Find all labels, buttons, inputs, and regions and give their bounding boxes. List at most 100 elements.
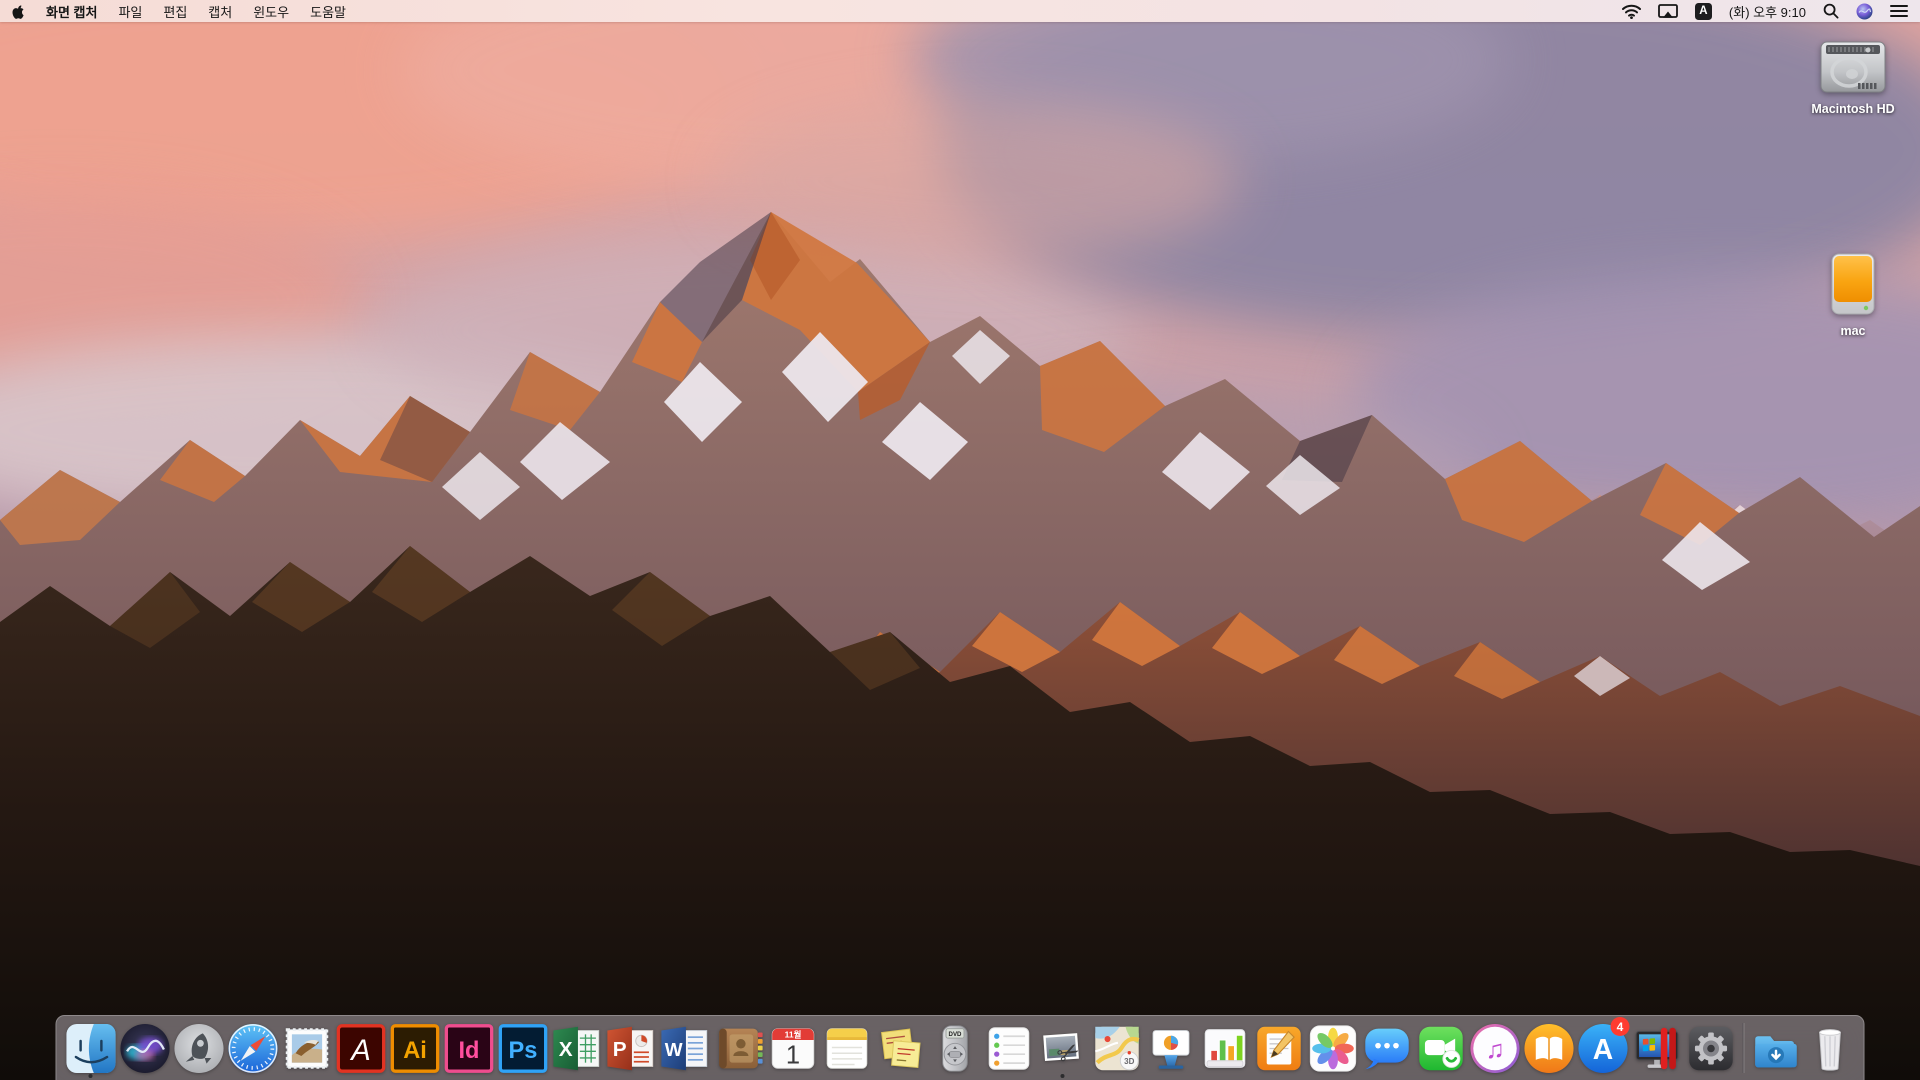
desktop-icon-mac-drive[interactable]: mac: [1808, 252, 1898, 338]
dock-item-dvd-player[interactable]: DVD: [928, 1016, 982, 1080]
spotlight-search-icon[interactable]: [1823, 3, 1839, 19]
dock-item-messages[interactable]: [1360, 1016, 1414, 1080]
system-preferences-icon: [1685, 1023, 1736, 1074]
menu-capture[interactable]: 캡처: [208, 2, 232, 21]
dock-item-notes[interactable]: [820, 1016, 874, 1080]
siri-dock-icon: [119, 1023, 170, 1074]
svg-text:W: W: [664, 1040, 682, 1061]
dock-item-calendar[interactable]: 11월 1: [766, 1016, 820, 1080]
dock-divider: [1743, 1023, 1744, 1073]
running-indicator: [1061, 1074, 1065, 1078]
dock-item-siri[interactable]: [118, 1016, 172, 1080]
apple-menu[interactable]: [10, 3, 25, 20]
dock-item-parallels[interactable]: [1630, 1016, 1684, 1080]
svg-text:X: X: [558, 1038, 572, 1061]
siri-icon[interactable]: [1856, 3, 1873, 20]
dock-item-app-store[interactable]: A 4: [1576, 1016, 1630, 1080]
input-source-badge[interactable]: A: [1695, 3, 1712, 20]
dock: A Ai Id Ps X: [56, 1015, 1865, 1080]
menu-edit[interactable]: 편집: [163, 2, 187, 21]
dock-item-pages[interactable]: [1252, 1016, 1306, 1080]
dock-item-adobe-photoshop[interactable]: Ps: [496, 1016, 550, 1080]
dock-item-safari[interactable]: [226, 1016, 280, 1080]
svg-text:A: A: [1592, 1033, 1612, 1065]
menu-bar-clock[interactable]: (화) 오후 9:10: [1729, 2, 1806, 21]
svg-text:1: 1: [785, 1041, 799, 1069]
dock-item-excel[interactable]: X: [550, 1016, 604, 1080]
adobe-acrobat-icon: A: [335, 1023, 386, 1074]
stickies-icon: [875, 1023, 926, 1074]
dock-item-stickies[interactable]: [874, 1016, 928, 1080]
dock-item-launchpad[interactable]: [172, 1016, 226, 1080]
screen-capture-grab-icon: ✂: [1037, 1023, 1088, 1074]
powerpoint-icon: P: [605, 1023, 656, 1074]
ibooks-icon: [1523, 1023, 1574, 1074]
facetime-icon: [1415, 1023, 1466, 1074]
contacts-icon: [713, 1023, 764, 1074]
parallels-desktop-icon: [1631, 1023, 1682, 1074]
dock-item-ibooks[interactable]: [1522, 1016, 1576, 1080]
dock-item-facetime[interactable]: [1414, 1016, 1468, 1080]
external-drive-icon: [1824, 252, 1882, 320]
running-indicator: [89, 1074, 93, 1078]
dock-item-system-preferences[interactable]: [1684, 1016, 1738, 1080]
desktop-icon-macintosh-hd[interactable]: Macintosh HD: [1798, 36, 1908, 116]
apple-logo-icon: [10, 3, 25, 20]
dock-item-downloads[interactable]: [1749, 1016, 1803, 1080]
wallpaper-sierra-mountains: [0, 0, 1920, 1080]
svg-text:11월: 11월: [784, 1029, 801, 1039]
menu-file[interactable]: 파일: [118, 2, 142, 21]
menu-bar: 화면 캡처 파일 편집 캡처 윈도우 도움말 A (화) 오후 9:10: [0, 0, 1920, 22]
svg-text:3D: 3D: [1124, 1057, 1134, 1066]
svg-text:♫: ♫: [1485, 1035, 1504, 1063]
launchpad-icon: [173, 1023, 224, 1074]
calendar-icon: 11월 1: [767, 1023, 818, 1074]
trash-icon: [1804, 1023, 1855, 1074]
dock-item-keynote[interactable]: [1144, 1016, 1198, 1080]
internal-drive-icon: [1816, 36, 1890, 98]
notification-center-icon[interactable]: [1890, 4, 1908, 18]
airplay-display-icon[interactable]: [1658, 4, 1678, 19]
itunes-icon: ♫: [1469, 1023, 1520, 1074]
app-store-badge: 4: [1611, 1017, 1630, 1036]
dock-item-word[interactable]: W: [658, 1016, 712, 1080]
dock-item-trash[interactable]: [1803, 1016, 1857, 1080]
downloads-folder-icon: [1750, 1023, 1801, 1074]
dock-item-powerpoint[interactable]: P: [604, 1016, 658, 1080]
menu-help[interactable]: 도움말: [310, 2, 346, 21]
dock-item-screen-capture-grab[interactable]: ✂: [1036, 1016, 1090, 1080]
svg-text:DVD: DVD: [948, 1030, 962, 1037]
messages-icon: [1361, 1023, 1412, 1074]
adobe-photoshop-icon: Ps: [497, 1023, 548, 1074]
svg-text:P: P: [612, 1038, 626, 1061]
menu-window[interactable]: 윈도우: [253, 2, 289, 21]
dock-item-itunes[interactable]: ♫: [1468, 1016, 1522, 1080]
dock-item-adobe-illustrator[interactable]: Ai: [388, 1016, 442, 1080]
svg-text:Ps: Ps: [508, 1037, 537, 1063]
dock-item-reminders[interactable]: [982, 1016, 1036, 1080]
app-menu-title[interactable]: 화면 캡처: [46, 2, 97, 21]
svg-text:A: A: [349, 1034, 371, 1066]
dock-item-adobe-acrobat[interactable]: A: [334, 1016, 388, 1080]
numbers-icon: [1199, 1023, 1250, 1074]
safari-icon: [227, 1023, 278, 1074]
adobe-indesign-icon: Id: [443, 1023, 494, 1074]
notes-icon: [821, 1023, 872, 1074]
dock-item-numbers[interactable]: [1198, 1016, 1252, 1080]
svg-text:Ai: Ai: [403, 1037, 427, 1063]
wifi-icon[interactable]: [1622, 4, 1641, 19]
dock-item-adobe-indesign[interactable]: Id: [442, 1016, 496, 1080]
desktop-icon-label: mac: [1840, 324, 1865, 338]
dock-item-finder[interactable]: [64, 1016, 118, 1080]
pages-icon: [1253, 1023, 1304, 1074]
keynote-icon: [1145, 1023, 1196, 1074]
adobe-illustrator-icon: Ai: [389, 1023, 440, 1074]
dock-item-maps[interactable]: 3D: [1090, 1016, 1144, 1080]
dock-item-mail[interactable]: [280, 1016, 334, 1080]
dock-item-contacts[interactable]: [712, 1016, 766, 1080]
excel-icon: X: [551, 1023, 602, 1074]
mail-icon: [281, 1023, 332, 1074]
dock-item-photos[interactable]: [1306, 1016, 1360, 1080]
svg-text:Id: Id: [458, 1037, 479, 1063]
maps-icon: 3D: [1091, 1023, 1142, 1074]
